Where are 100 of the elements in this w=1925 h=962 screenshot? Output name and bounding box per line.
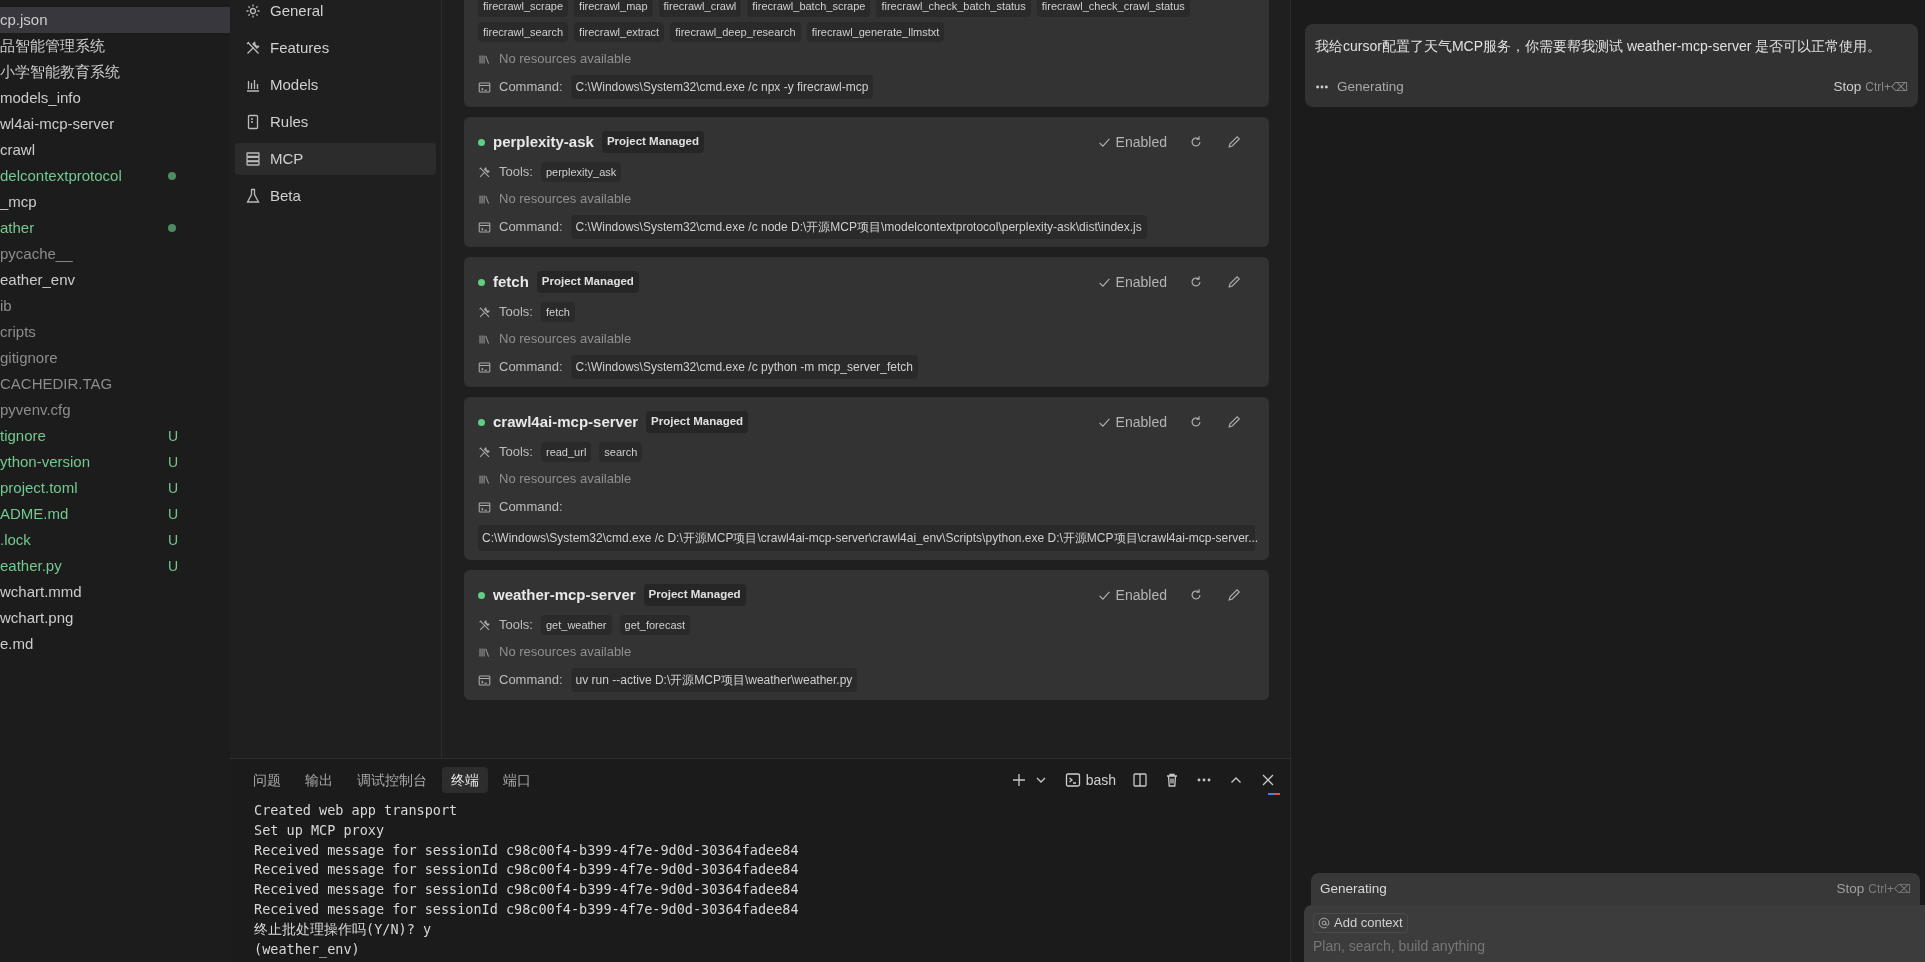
file-name: delcontextprotocol (0, 165, 123, 186)
refresh-icon (1189, 135, 1203, 149)
file-tree-row[interactable]: models_info (0, 85, 230, 111)
file-tree-row[interactable]: ython-version U (0, 449, 230, 475)
git-status-label: U (167, 504, 178, 524)
settings-nav-item[interactable]: Features (235, 32, 436, 64)
books-icon (478, 472, 491, 486)
terminal-icon (478, 673, 491, 687)
edit-button[interactable] (1227, 415, 1241, 429)
tool-tag: get_forecast (619, 614, 691, 636)
panel-tab[interactable]: 端口 (494, 767, 540, 793)
edit-button[interactable] (1227, 588, 1241, 602)
file-name: 小学智能教育系统 (0, 61, 121, 82)
books-icon (478, 192, 491, 206)
file-tree-row[interactable]: eather_env (0, 267, 230, 293)
file-name: wchart.mmd (0, 581, 83, 602)
shortcut-hint: Ctrl+⌫ (1865, 79, 1908, 97)
generating-status: Generating (1320, 879, 1388, 898)
file-tree-row[interactable]: 品智能管理系统 (0, 33, 230, 59)
file-tree-row[interactable]: pyvenv.cfg (0, 397, 230, 423)
file-name: ib (0, 295, 13, 316)
panel-tab[interactable]: 输出 (296, 767, 342, 793)
file-tree-row[interactable]: crawl (0, 137, 230, 163)
managed-tag: Project Managed (646, 411, 749, 433)
file-tree-row[interactable]: e.md (0, 631, 230, 657)
enabled-toggle[interactable]: Enabled (1097, 411, 1167, 433)
refresh-button[interactable] (1189, 275, 1203, 289)
tools-label: Tools: (499, 163, 533, 182)
split-button[interactable] (1132, 772, 1148, 788)
file-tree-row[interactable]: tignore U (0, 423, 230, 449)
refresh-button[interactable] (1189, 588, 1203, 602)
chat-input-field[interactable]: Add context Plan, search, build anything (1304, 905, 1925, 962)
resources-note: No resources available (499, 50, 632, 69)
git-status-label: U (167, 556, 178, 576)
server-name: crawl4ai-mcp-server (493, 411, 639, 432)
tools-label: Tools: (499, 616, 533, 635)
tools-icon (478, 445, 491, 459)
file-tree-row[interactable]: ib (0, 293, 230, 319)
managed-tag: Project Managed (601, 131, 704, 153)
command-label: Command: (499, 671, 563, 690)
file-tree-row[interactable]: .lock U (0, 527, 230, 553)
file-name: crawl (0, 139, 36, 160)
managed-tag: Project Managed (643, 584, 746, 606)
command-text: uv run --active D:\开源MCP项目\weather\weather.py (570, 668, 858, 692)
books-icon (478, 52, 491, 66)
trash-icon (1164, 772, 1180, 788)
tool-tag: firecrawl_crawl (658, 0, 742, 17)
file-tree-row[interactable]: pycache__ (0, 241, 230, 267)
stop-button[interactable]: Stop (1836, 878, 1865, 900)
file-tree-row[interactable]: cripts (0, 319, 230, 345)
generating-status: Generating (1337, 78, 1405, 96)
stop-button[interactable]: Stop (1833, 77, 1862, 98)
tool-tag: firecrawl_check_batch_status (876, 0, 1031, 17)
pencil-icon (1227, 415, 1241, 429)
enabled-toggle[interactable]: Enabled (1097, 131, 1167, 153)
settings-nav-item[interactable]: MCP (235, 143, 436, 175)
settings-nav-item[interactable]: Models (235, 69, 436, 101)
close-button[interactable] (1260, 772, 1276, 788)
file-tree-row[interactable]: project.toml U (0, 475, 230, 501)
file-tree-row[interactable]: 小学智能教育系统 (0, 59, 230, 85)
file-tree-row[interactable]: eather.py U (0, 553, 230, 579)
file-tree-row[interactable]: ADME.md U (0, 501, 230, 527)
refresh-button[interactable] (1189, 415, 1203, 429)
file-tree-row[interactable]: CACHEDIR.TAG (0, 371, 230, 397)
file-name: gitignore (0, 347, 59, 368)
terminal-icon (478, 80, 491, 94)
resources-note: No resources available (499, 470, 632, 489)
scroll-marker (1268, 793, 1280, 795)
terminal-icon (478, 220, 491, 234)
file-tree-row[interactable]: cp.json (0, 7, 230, 33)
terminal-line: Received message for sessionId c98c00f4-b399-4f7e-9d0d-30364fadee84 (254, 900, 800, 919)
file-tree-row[interactable]: wl4ai-mcp-server (0, 111, 230, 137)
refresh-button[interactable] (1189, 135, 1203, 149)
refresh-icon (1189, 275, 1203, 289)
settings-nav-item[interactable]: Beta (235, 180, 436, 212)
panel-tab[interactable]: 终端 (442, 767, 488, 793)
edit-button[interactable] (1227, 135, 1241, 149)
file-name: cripts (0, 321, 37, 342)
file-tree-row[interactable]: wchart.mmd (0, 579, 230, 605)
panel-tab[interactable]: 调试控制台 (348, 767, 436, 793)
shell-selector[interactable]: bash (1064, 769, 1116, 791)
gear-icon (245, 3, 261, 19)
enabled-toggle[interactable]: Enabled (1097, 271, 1167, 293)
new-terminal-button[interactable] (1010, 772, 1027, 788)
file-tree-row[interactable]: _mcp (0, 189, 230, 215)
edit-button[interactable] (1227, 275, 1241, 289)
resources-note: No resources available (499, 190, 632, 209)
file-tree-row[interactable]: gitignore (0, 345, 230, 371)
delete-button[interactable] (1164, 772, 1180, 788)
file-tree-row[interactable]: delcontextprotocol (0, 163, 230, 189)
file-tree-row[interactable]: ather (0, 215, 230, 241)
file-tree-row[interactable]: wchart.png (0, 605, 230, 631)
server-name: weather-mcp-server (493, 584, 636, 605)
add-context-button[interactable]: Add context (1313, 913, 1408, 933)
enabled-toggle[interactable]: Enabled (1097, 584, 1167, 606)
tool-tag: search (599, 441, 643, 463)
settings-nav-item[interactable]: General (235, 0, 436, 27)
panel-tab[interactable]: 问题 (244, 767, 290, 793)
settings-nav-item[interactable]: Rules (235, 106, 436, 138)
file-name: cp.json (0, 9, 49, 30)
